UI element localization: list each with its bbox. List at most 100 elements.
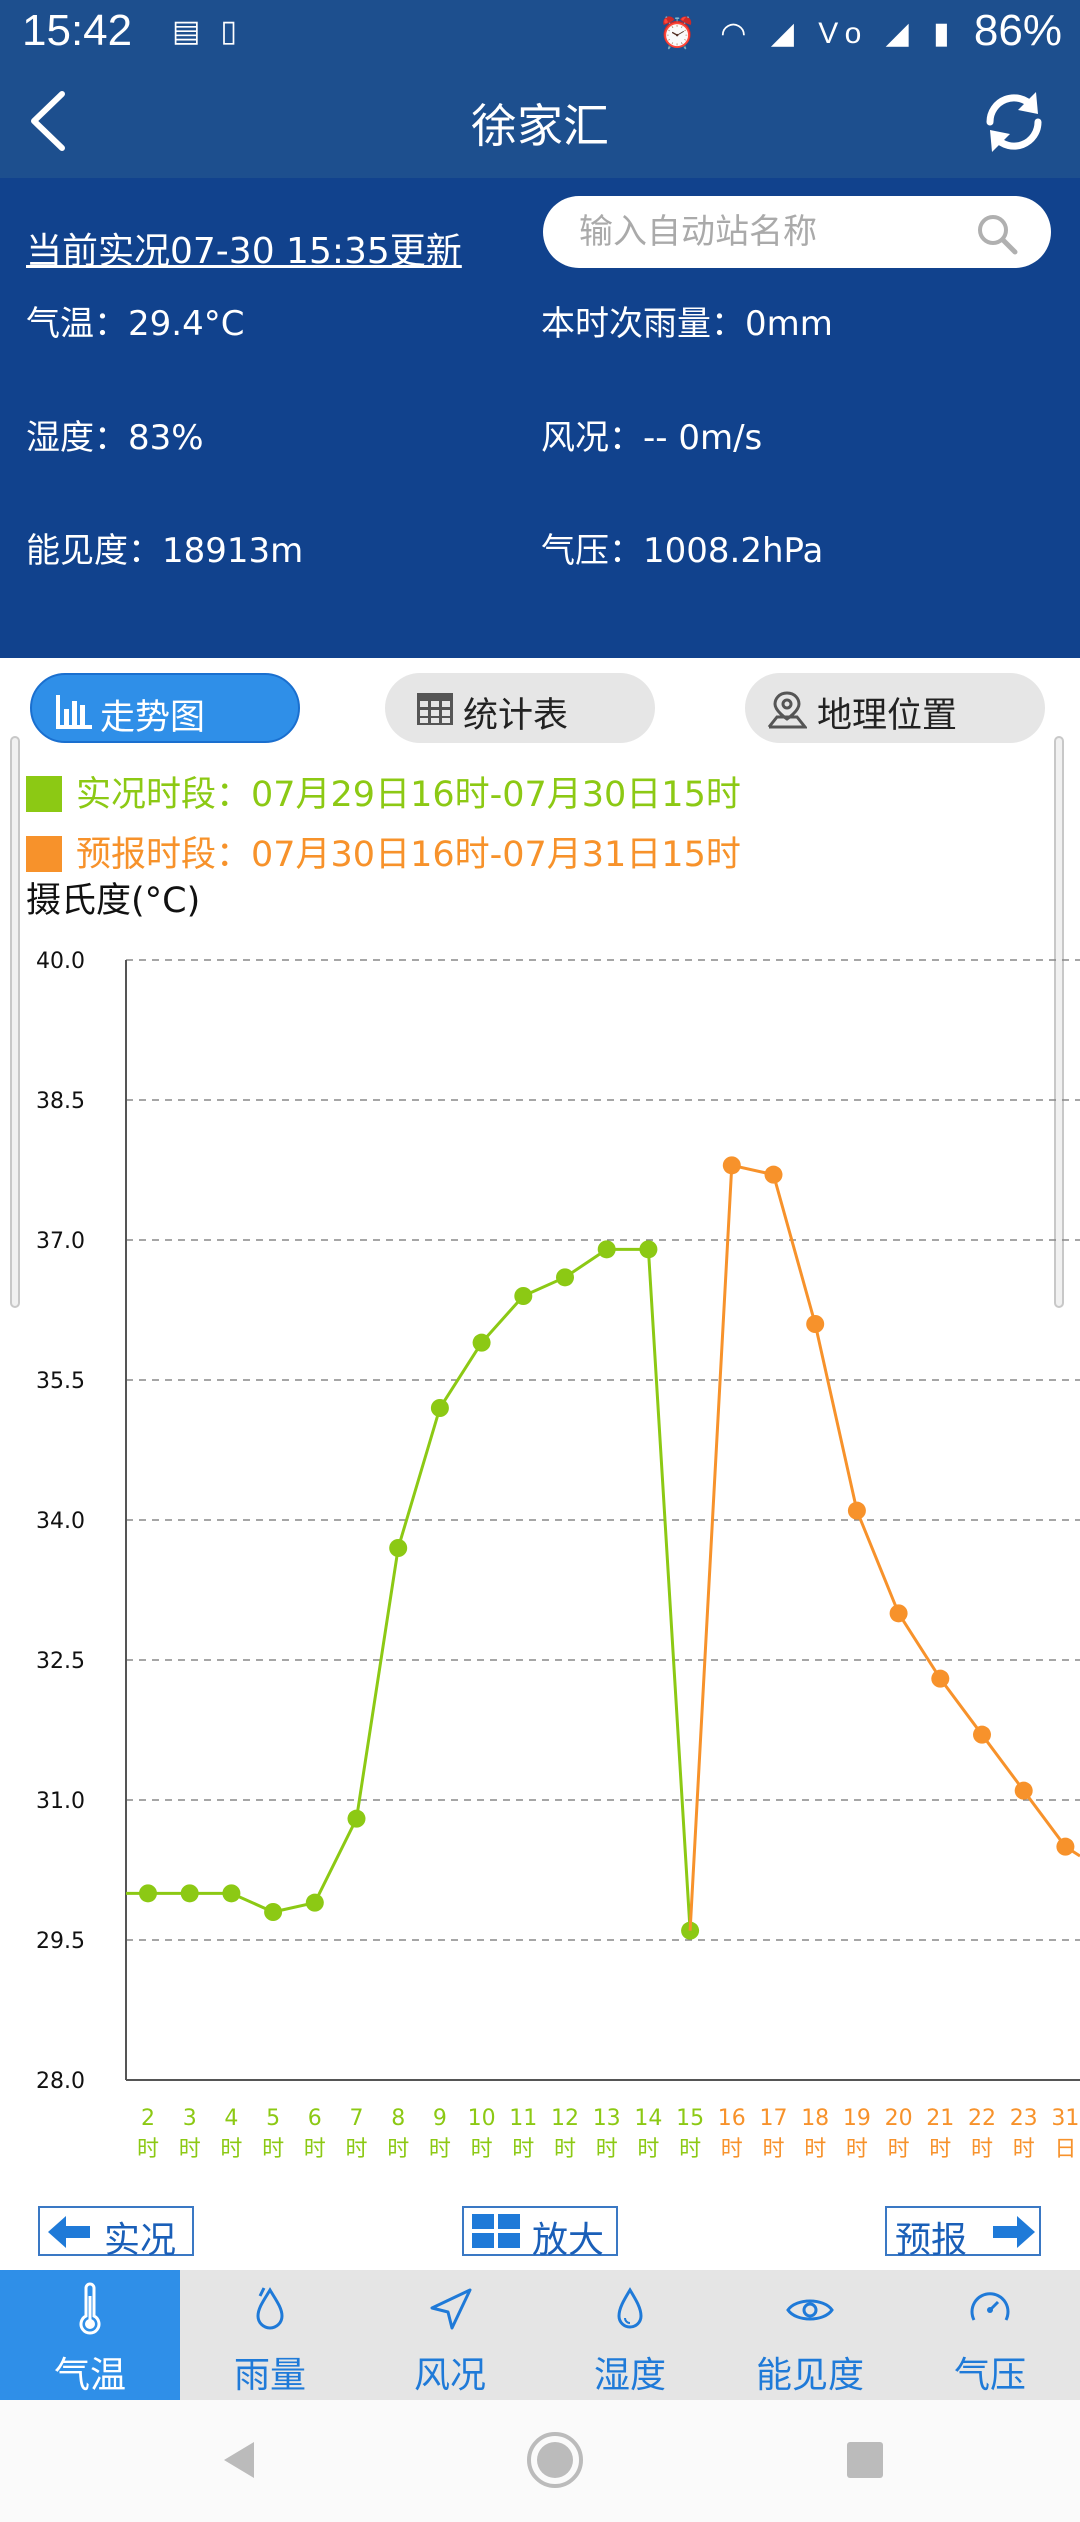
wifi-icon: ◠ bbox=[720, 16, 755, 50]
rainfall-reading: 本时次雨量：0mm bbox=[541, 304, 833, 344]
y-tick-label: 32.5 bbox=[36, 1649, 85, 1674]
visibility-reading: 能见度：18913m bbox=[26, 531, 304, 571]
update-time-link[interactable]: 当前实况07-30 15:35更新 bbox=[26, 222, 462, 274]
x-tick-label-unit: 时 bbox=[304, 2137, 326, 2162]
nav-pressure[interactable]: 气压 bbox=[900, 2270, 1080, 2400]
tab-label: 走势图 bbox=[100, 698, 206, 738]
tab-location[interactable]: 地理位置 bbox=[745, 673, 1045, 743]
nav-humidity[interactable]: 湿度 bbox=[540, 2270, 720, 2400]
x-tick-label-unit: 日 bbox=[1054, 2137, 1076, 2162]
data-point-observed bbox=[347, 1809, 366, 1828]
tab-label: 统计表 bbox=[463, 696, 569, 736]
message-icon: ▤ bbox=[172, 14, 221, 49]
x-tick-label: 19 bbox=[843, 2106, 871, 2131]
tab-statistics[interactable]: 统计表 bbox=[385, 673, 655, 743]
nav-label: 风况 bbox=[413, 2355, 486, 2396]
series-line-observed bbox=[126, 1247, 692, 1931]
data-point-forecast bbox=[1056, 1837, 1075, 1856]
data-point-forecast bbox=[931, 1669, 950, 1688]
system-home-icon[interactable] bbox=[525, 2430, 585, 2490]
sim-icon: ▯ bbox=[220, 14, 257, 49]
data-point-forecast bbox=[1014, 1781, 1033, 1800]
x-tick-label: 9 bbox=[433, 2106, 447, 2131]
wind-direction-icon bbox=[430, 2288, 472, 2330]
x-tick-label: 12 bbox=[551, 2106, 579, 2131]
x-tick-label-unit: 时 bbox=[679, 2137, 701, 2162]
data-point-forecast bbox=[806, 1315, 825, 1333]
refresh-icon[interactable] bbox=[976, 84, 1052, 160]
temperature-reading: 气温：29.4°C bbox=[26, 304, 245, 344]
nav-label: 能见度 bbox=[755, 2355, 864, 2396]
y-tick-label: 34.0 bbox=[36, 1509, 85, 1534]
data-point-observed bbox=[222, 1884, 241, 1903]
search-icon[interactable] bbox=[975, 212, 1019, 256]
x-tick-label: 14 bbox=[634, 2106, 662, 2131]
data-point-observed bbox=[597, 1240, 616, 1259]
raindrop-icon bbox=[256, 2287, 284, 2330]
x-tick-label: 2 bbox=[141, 2106, 155, 2131]
x-tick-label-unit: 时 bbox=[387, 2137, 409, 2162]
data-point-observed bbox=[180, 1884, 199, 1903]
y-tick-label: 28.0 bbox=[36, 2069, 85, 2094]
legend-swatch-forecast bbox=[26, 836, 62, 872]
nav-temperature[interactable]: 气温 bbox=[0, 2270, 180, 2400]
nav-label: 气压 bbox=[953, 2355, 1026, 2396]
signal-icon: ◢ bbox=[885, 16, 917, 50]
data-point-observed bbox=[264, 1903, 283, 1921]
y-tick-label: 40.0 bbox=[36, 949, 85, 974]
y-tick-label: 29.5 bbox=[36, 1929, 85, 1954]
x-tick-label-unit: 时 bbox=[554, 2137, 576, 2162]
x-tick-label-unit: 时 bbox=[804, 2137, 826, 2162]
system-recents-icon[interactable] bbox=[835, 2430, 895, 2490]
legend-observed: 实况时段：07月29日16时-07月30日15时 bbox=[26, 766, 741, 817]
y-tick-label: 37.0 bbox=[36, 1229, 85, 1254]
pressure-reading: 气压：1008.2hPa bbox=[541, 531, 824, 571]
system-back-icon[interactable] bbox=[210, 2430, 270, 2490]
tab-label: 地理位置 bbox=[817, 696, 958, 736]
data-point-observed bbox=[514, 1287, 533, 1305]
temperature-trend-chart: 40.038.537.035.534.032.531.029.528.02时3时… bbox=[36, 949, 1080, 2162]
bottom-navigation: 气温 雨量 风况 湿度 能见度 气压 bbox=[0, 2270, 1080, 2400]
x-tick-label: 20 bbox=[885, 2106, 913, 2131]
next-forecast-button[interactable]: 预报 bbox=[885, 2206, 1041, 2261]
data-point-observed bbox=[305, 1893, 324, 1912]
y-tick-label: 31.0 bbox=[36, 1789, 85, 1814]
nav-label: 气温 bbox=[53, 2355, 126, 2396]
series-line-forecast bbox=[688, 1163, 1080, 1931]
legend-swatch-observed bbox=[26, 776, 62, 812]
x-tick-label: 16 bbox=[718, 2106, 746, 2131]
zoom-button[interactable]: 放大 bbox=[462, 2206, 618, 2261]
data-point-observed bbox=[472, 1333, 491, 1352]
x-tick-label: 10 bbox=[468, 2106, 496, 2131]
humidity-reading: 湿度：83% bbox=[26, 418, 204, 458]
prev-observed-button[interactable]: 实况 bbox=[38, 2206, 194, 2261]
eye-icon bbox=[786, 2299, 834, 2321]
app-header: 徐家汇 bbox=[0, 66, 1080, 178]
x-tick-label: 22 bbox=[968, 2106, 996, 2131]
data-point-forecast bbox=[722, 1156, 741, 1175]
x-tick-label-unit: 时 bbox=[888, 2137, 910, 2162]
station-search-input[interactable] bbox=[577, 206, 961, 258]
tab-trend-chart[interactable]: 走势图 bbox=[30, 673, 300, 743]
x-tick-label-unit: 时 bbox=[637, 2137, 659, 2162]
station-search[interactable] bbox=[543, 196, 1051, 268]
zoom-button-label: 放大 bbox=[532, 2220, 605, 2261]
nav-rainfall[interactable]: 雨量 bbox=[180, 2270, 360, 2400]
nav-label: 湿度 bbox=[593, 2355, 666, 2396]
alarm-icon: ⏰ bbox=[658, 16, 704, 50]
data-point-observed bbox=[430, 1399, 449, 1417]
data-point-observed bbox=[389, 1539, 408, 1557]
nav-visibility[interactable]: 能见度 bbox=[720, 2270, 900, 2400]
nav-wind[interactable]: 风况 bbox=[360, 2270, 540, 2400]
data-point-forecast bbox=[847, 1501, 866, 1520]
thermometer-icon bbox=[79, 2282, 101, 2335]
x-tick-label: 21 bbox=[926, 2106, 954, 2131]
system-navigation-bar bbox=[0, 2400, 1080, 2522]
data-point-forecast bbox=[973, 1725, 991, 1744]
battery-level: 86% bbox=[973, 6, 1062, 55]
map-pin-icon bbox=[767, 691, 807, 729]
nav-label: 雨量 bbox=[233, 2355, 306, 2396]
table-icon bbox=[417, 693, 453, 725]
x-tick-label-unit: 时 bbox=[721, 2137, 743, 2162]
x-tick-label: 13 bbox=[593, 2106, 621, 2131]
